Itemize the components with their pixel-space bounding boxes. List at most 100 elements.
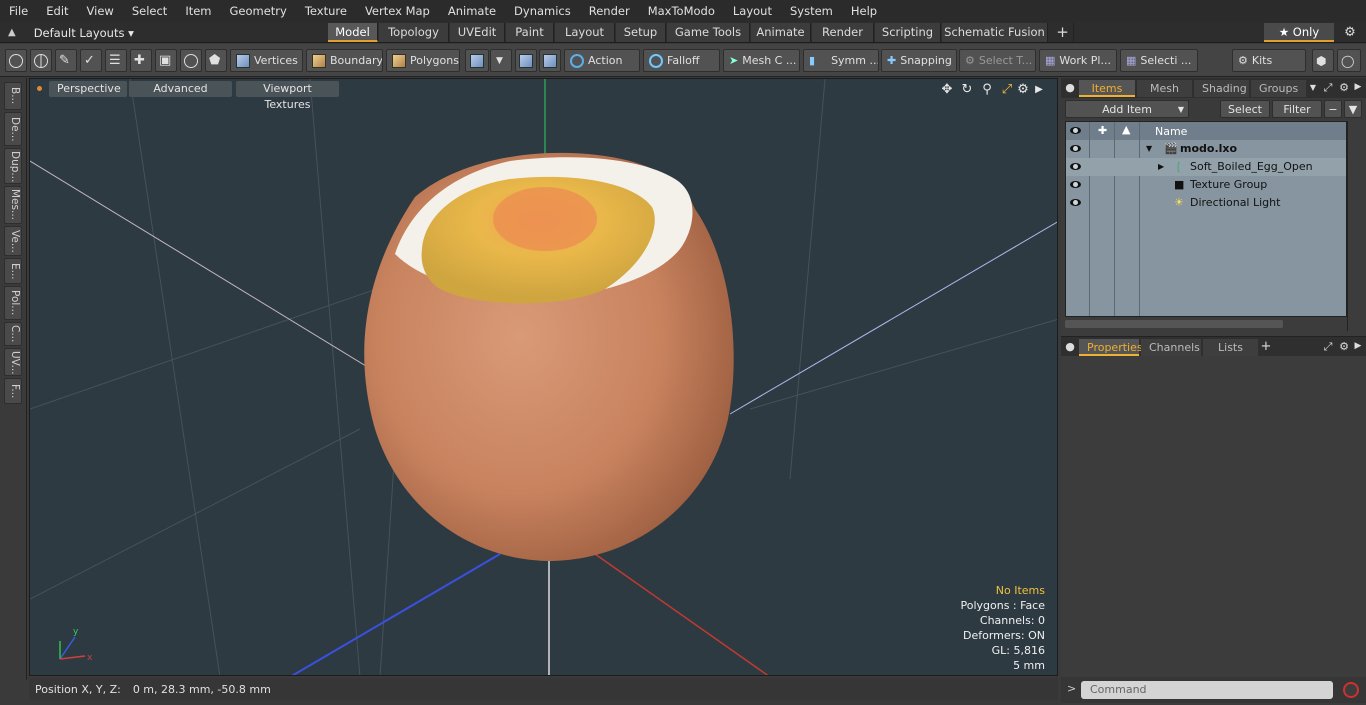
layout-dropdown[interactable]: ▲ Default Layouts ▾ bbox=[8, 22, 134, 43]
zoom-icon[interactable]: ⚲ bbox=[979, 82, 995, 98]
props-menu-dot-icon[interactable]: ● bbox=[1063, 339, 1077, 354]
left-tab-polygon[interactable]: Pol... bbox=[4, 286, 22, 320]
symmetry-icon-button-b[interactable] bbox=[539, 49, 561, 72]
tree-row-scene[interactable]: ▼ 🎬 modo.lxo bbox=[1066, 140, 1346, 158]
item-mode-button[interactable] bbox=[465, 49, 489, 72]
tab-mesh[interactable]: Mesh ... bbox=[1137, 80, 1192, 112]
viewport-gear-icon[interactable]: ⚙ bbox=[1015, 82, 1031, 98]
grid-tool-button[interactable]: ✚ bbox=[130, 49, 152, 72]
shield-tool-button[interactable]: ⬟ bbox=[205, 49, 227, 72]
left-tab-duplicate[interactable]: Dup... bbox=[4, 148, 22, 184]
left-tab-fusion[interactable]: F... bbox=[4, 378, 22, 404]
gear-icon[interactable]: ⚙ bbox=[1340, 23, 1360, 42]
select-through-button[interactable]: ⚙ Select T... bbox=[959, 49, 1036, 72]
menu-render[interactable]: Render bbox=[580, 0, 639, 22]
menu-maxtomodo[interactable]: MaxToModo bbox=[639, 0, 724, 22]
tab-items[interactable]: Items bbox=[1079, 80, 1135, 97]
menu-help[interactable]: Help bbox=[842, 0, 886, 22]
visibility-toggle-icon[interactable] bbox=[1069, 179, 1083, 191]
left-tab-uv[interactable]: UV... bbox=[4, 348, 22, 376]
select-button[interactable]: Select bbox=[1220, 100, 1270, 118]
tree-row-mesh[interactable]: ▶ ❲ Soft_Boiled_Egg_Open bbox=[1066, 158, 1346, 176]
square-tool-button[interactable]: ▣ bbox=[155, 49, 177, 72]
panel-gear-icon[interactable]: ⚙ bbox=[1337, 80, 1351, 95]
menu-geometry[interactable]: Geometry bbox=[221, 0, 296, 22]
visibility-toggle-icon[interactable] bbox=[1069, 143, 1083, 155]
perspective-button[interactable]: Perspective bbox=[49, 81, 127, 97]
props-expand-icon[interactable]: ⤢ bbox=[1321, 339, 1335, 354]
tab-game-tools[interactable]: Game Tools bbox=[667, 23, 750, 42]
menu-edit[interactable]: Edit bbox=[37, 0, 77, 22]
props-arrow-icon[interactable]: ▶ bbox=[1351, 339, 1365, 354]
tree-vertical-scrollbar[interactable] bbox=[1347, 121, 1361, 331]
only-toggle[interactable]: ★ Only bbox=[1264, 23, 1334, 42]
left-tab-vertex[interactable]: Ve... bbox=[4, 226, 22, 256]
maximize-icon[interactable]: ⤢ bbox=[999, 82, 1015, 98]
snapping-button[interactable]: ✚ Snapping bbox=[881, 49, 957, 72]
command-input[interactable]: Command bbox=[1081, 681, 1333, 699]
symmetry-button[interactable]: ▮ Symm ... bbox=[803, 49, 879, 72]
tab-setup[interactable]: Setup bbox=[616, 23, 666, 42]
expand-arrow-icon[interactable]: ▼ bbox=[1146, 140, 1152, 158]
add-props-tab-button[interactable]: + bbox=[1259, 339, 1273, 354]
tree-horizontal-scrollbar[interactable] bbox=[1065, 317, 1347, 331]
tabs-more-icon[interactable]: ▼ bbox=[1306, 80, 1320, 95]
tree-row-light[interactable]: ☀ Directional Light bbox=[1066, 194, 1346, 212]
tab-uvedit[interactable]: UVEdit bbox=[450, 23, 505, 42]
tab-render[interactable]: Render bbox=[812, 23, 874, 42]
tab-topology[interactable]: Topology bbox=[379, 23, 449, 42]
filter-button[interactable]: Filter bbox=[1272, 100, 1322, 118]
rotate-icon[interactable]: ↻ bbox=[959, 82, 975, 98]
menu-file[interactable]: File bbox=[0, 0, 37, 22]
viewport-play-icon[interactable]: ▶ bbox=[1031, 82, 1047, 98]
tab-animate[interactable]: Animate bbox=[751, 23, 811, 42]
funnel-icon[interactable]: ▼ bbox=[1344, 100, 1362, 118]
tab-schematic-fusion[interactable]: Schematic Fusion bbox=[942, 23, 1048, 42]
boundary-mode-button[interactable]: Boundary bbox=[306, 49, 383, 72]
tab-layout[interactable]: Layout bbox=[555, 23, 615, 42]
left-tab-basic[interactable]: B... bbox=[4, 82, 22, 110]
unreal-button[interactable]: ◯ bbox=[1337, 49, 1361, 72]
record-macro-button[interactable] bbox=[1343, 682, 1359, 698]
menu-select[interactable]: Select bbox=[123, 0, 176, 22]
align-tool-button[interactable]: ☰ bbox=[105, 49, 127, 72]
left-tab-mesh-edit[interactable]: Mes... bbox=[4, 186, 22, 224]
mesh-constraint-button[interactable]: ➤ Mesh C ... bbox=[723, 49, 800, 72]
add-item-button[interactable]: Add Item ▼ bbox=[1065, 100, 1189, 118]
collapse-icon[interactable]: − bbox=[1324, 100, 1342, 118]
3d-viewport[interactable]: y x Perspective Advanced Viewport Textur… bbox=[29, 78, 1058, 676]
menu-layout[interactable]: Layout bbox=[724, 0, 781, 22]
panel-arrow-icon[interactable]: ▶ bbox=[1351, 80, 1365, 95]
menu-system[interactable]: System bbox=[781, 0, 842, 22]
left-tab-edge[interactable]: E... bbox=[4, 258, 22, 284]
tree-row-texture-group[interactable]: ■ Texture Group bbox=[1066, 176, 1346, 194]
menu-animate[interactable]: Animate bbox=[439, 0, 505, 22]
visibility-toggle-icon[interactable] bbox=[1069, 197, 1083, 209]
menu-vertex-map[interactable]: Vertex Map bbox=[356, 0, 439, 22]
symmetry-icon-button-a[interactable] bbox=[515, 49, 537, 72]
menu-view[interactable]: View bbox=[78, 0, 123, 22]
tab-model[interactable]: Model bbox=[328, 23, 378, 42]
visibility-toggle-icon[interactable] bbox=[1069, 161, 1083, 173]
selection-sets-button[interactable]: ▦ Selecti ... bbox=[1120, 49, 1198, 72]
brush-tool-button[interactable]: ✓ bbox=[80, 49, 102, 72]
menu-item[interactable]: Item bbox=[176, 0, 220, 22]
menu-dynamics[interactable]: Dynamics bbox=[505, 0, 580, 22]
left-tab-curve[interactable]: C... bbox=[4, 322, 22, 346]
select-circle-button[interactable] bbox=[5, 49, 27, 72]
action-center-button[interactable]: Action bbox=[564, 49, 640, 72]
expand-panel-icon[interactable]: ⤢ bbox=[1321, 80, 1335, 95]
globe-button[interactable] bbox=[30, 49, 52, 72]
left-tab-deform[interactable]: De... bbox=[4, 112, 22, 146]
advanced-button[interactable]: Advanced bbox=[129, 81, 232, 97]
clock-tool-button[interactable] bbox=[180, 49, 202, 72]
tab-groups[interactable]: Groups bbox=[1251, 80, 1306, 97]
viewport-textures-button[interactable]: Viewport Textures bbox=[236, 81, 339, 111]
menu-texture[interactable]: Texture bbox=[296, 0, 356, 22]
unity-button[interactable]: ⬢ bbox=[1312, 49, 1334, 72]
kits-button[interactable]: ⚙ Kits bbox=[1232, 49, 1306, 72]
work-plane-button[interactable]: ▦ Work Pl... bbox=[1039, 49, 1117, 72]
tab-lists[interactable]: Lists bbox=[1203, 339, 1258, 356]
scroll-thumb[interactable] bbox=[1065, 320, 1283, 328]
panel-menu-dot-icon[interactable]: ● bbox=[1063, 80, 1077, 95]
